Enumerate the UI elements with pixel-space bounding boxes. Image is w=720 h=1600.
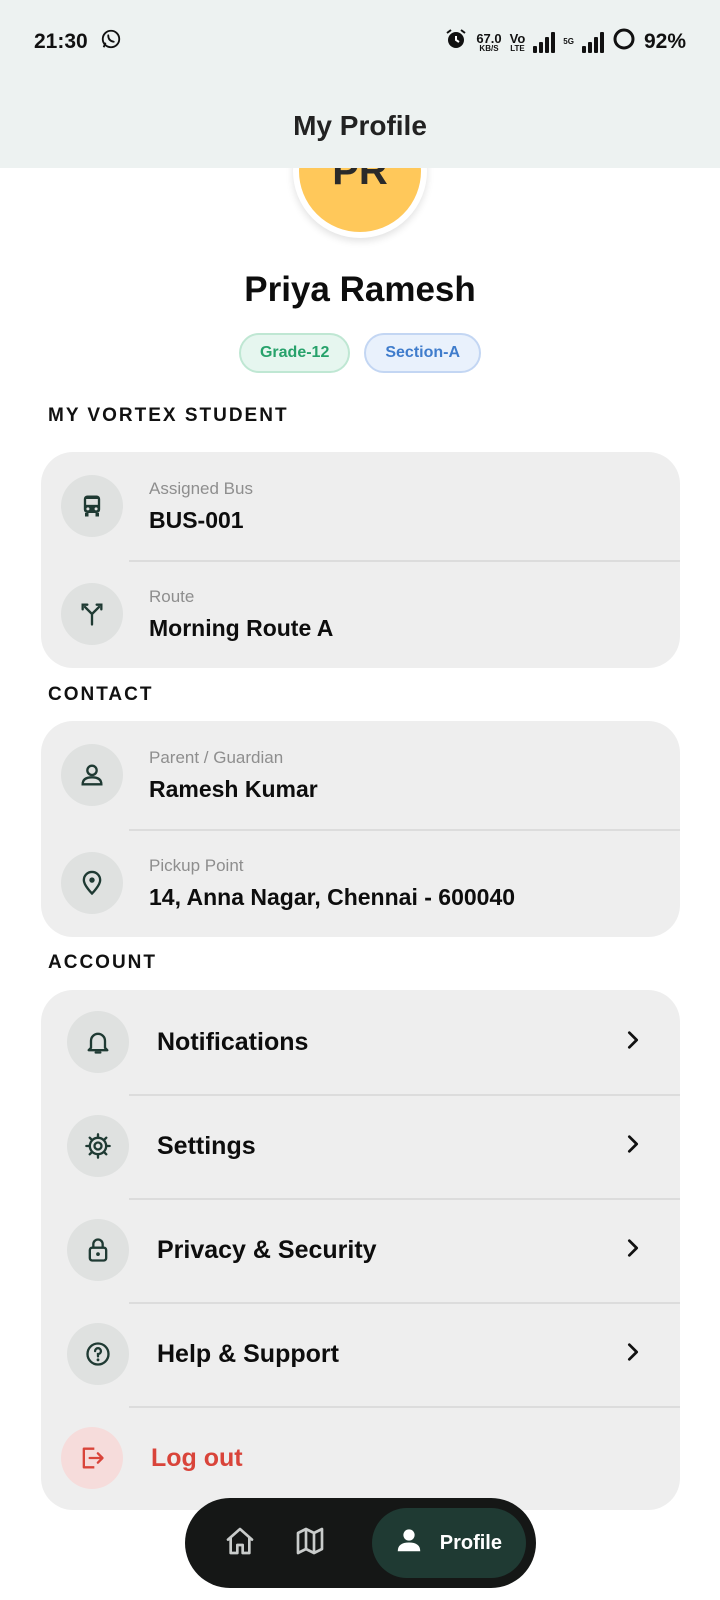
chevron-right-icon (622, 1029, 644, 1056)
status-left: 21:30 (34, 28, 122, 56)
help-support-label: Help & Support (157, 1339, 339, 1368)
volte-indicator: Vo LTE (510, 32, 526, 53)
network-speed: 67.0 KB/S (476, 32, 501, 53)
help-icon (67, 1323, 129, 1385)
volte-bottom: LTE (510, 43, 525, 53)
pickup-point-row: Pickup Point 14, Anna Nagar, Chennai - 6… (41, 829, 680, 937)
logout-item[interactable]: Log out (41, 1406, 680, 1510)
nav-profile-button[interactable]: Profile (371, 1508, 526, 1578)
section-title-account: ACCOUNT (48, 952, 157, 973)
section-badge: Section-A (364, 333, 482, 373)
notifications-label: Notifications (157, 1027, 309, 1056)
route-label: Route (149, 586, 195, 606)
home-icon (224, 1525, 256, 1562)
section-title-student: MY VORTEX STUDENT (48, 405, 289, 426)
route-value: Morning Route A (149, 614, 334, 641)
guardian-label: Parent / Guardian (149, 747, 284, 767)
bottom-nav: Profile (185, 1498, 536, 1588)
student-card: Assigned Bus BUS-001 Route Morning Route… (41, 452, 680, 668)
pickup-point-label: Pickup Point (149, 855, 244, 875)
bell-icon (67, 1011, 129, 1073)
grade-badge: Grade-12 (238, 333, 351, 373)
battery-icon (612, 27, 636, 57)
alarm-icon (444, 27, 468, 57)
page-header: My Profile (0, 84, 720, 168)
pickup-point-text: Pickup Point 14, Anna Nagar, Chennai - 6… (149, 856, 515, 911)
privacy-security-label: Privacy & Security (157, 1235, 377, 1264)
network-5g: 5G (563, 38, 574, 46)
battery-percent: 92% (643, 30, 686, 53)
network-5g-label: 5G (563, 37, 574, 46)
logout-icon (61, 1427, 123, 1489)
profile-chips: Grade-12 Section-A (0, 333, 720, 373)
guardian-row: Parent / Guardian Ramesh Kumar (41, 721, 680, 829)
person-icon (61, 744, 123, 806)
nav-map-button[interactable] (275, 1508, 345, 1578)
signal-icon (533, 31, 556, 53)
assigned-bus-value: BUS-001 (149, 506, 244, 533)
guardian-value: Ramesh Kumar (149, 775, 318, 802)
nav-profile-label: Profile (439, 1531, 502, 1554)
volte-top: Vo (509, 30, 526, 46)
signal-icon-2 (581, 31, 604, 53)
assigned-bus-text: Assigned Bus BUS-001 (149, 479, 253, 534)
status-bar: 21:30 67.0 KB/S Vo LTE 5G 92% (0, 0, 720, 84)
settings-label: Settings (157, 1131, 256, 1160)
network-speed-unit: KB/S (479, 43, 499, 53)
chevron-right-icon (622, 1133, 644, 1160)
route-text: Route Morning Route A (149, 587, 333, 642)
section-title-contact: CONTACT (48, 684, 154, 705)
map-icon (294, 1525, 326, 1562)
chevron-right-icon (622, 1237, 644, 1264)
lock-icon (67, 1219, 129, 1281)
help-support-item[interactable]: Help & Support (41, 1302, 680, 1406)
notifications-item[interactable]: Notifications (41, 990, 680, 1094)
settings-item[interactable]: Settings (41, 1094, 680, 1198)
privacy-security-item[interactable]: Privacy & Security (41, 1198, 680, 1302)
chevron-right-icon (622, 1341, 644, 1368)
user-name: Priya Ramesh (244, 270, 476, 309)
network-speed-value: 67.0 (476, 30, 502, 46)
account-card: Notifications Settings Privacy & Securit… (41, 990, 680, 1510)
gear-icon (67, 1115, 129, 1177)
route-row: Route Morning Route A (41, 560, 680, 668)
logout-label: Log out (151, 1443, 243, 1472)
page-title: My Profile (293, 110, 427, 141)
location-pin-icon (61, 852, 123, 914)
bus-icon (61, 475, 123, 537)
person-icon (394, 1525, 424, 1561)
pickup-point-value: 14, Anna Nagar, Chennai - 600040 (149, 883, 516, 910)
assigned-bus-row: Assigned Bus BUS-001 (41, 452, 680, 560)
nav-home-button[interactable] (205, 1508, 275, 1578)
whatsapp-icon (100, 28, 122, 56)
status-time: 21:30 (34, 30, 88, 53)
route-icon (61, 583, 123, 645)
guardian-text: Parent / Guardian Ramesh Kumar (149, 748, 318, 803)
assigned-bus-label: Assigned Bus (149, 478, 253, 498)
contact-card: Parent / Guardian Ramesh Kumar Pickup Po… (41, 721, 680, 937)
status-right: 67.0 KB/S Vo LTE 5G 92% (444, 27, 686, 57)
